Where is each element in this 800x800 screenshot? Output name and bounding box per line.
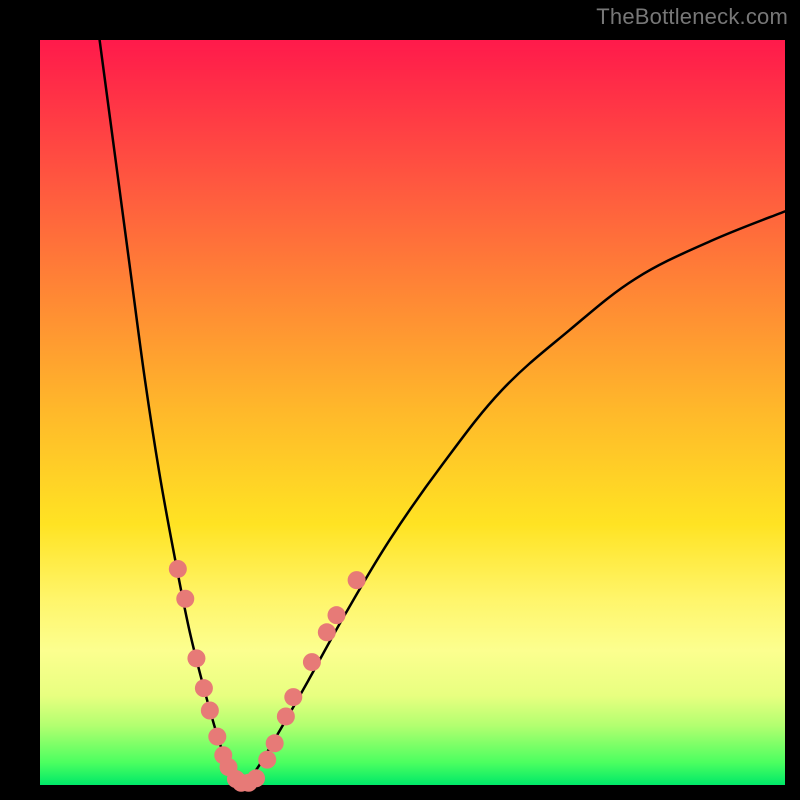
data-marker bbox=[187, 649, 205, 667]
data-marker bbox=[277, 707, 295, 725]
data-marker bbox=[284, 688, 302, 706]
data-marker bbox=[201, 702, 219, 720]
data-marker bbox=[247, 769, 265, 787]
data-marker bbox=[348, 571, 366, 589]
data-marker bbox=[303, 653, 321, 671]
curve-right-branch bbox=[241, 211, 785, 785]
data-marker bbox=[258, 751, 276, 769]
curve-group bbox=[100, 40, 785, 785]
marker-group bbox=[169, 560, 366, 792]
watermark-text: TheBottleneck.com bbox=[596, 4, 788, 30]
data-marker bbox=[176, 590, 194, 608]
chart-frame: TheBottleneck.com bbox=[0, 0, 800, 800]
data-marker bbox=[208, 728, 226, 746]
curve-left-branch bbox=[100, 40, 242, 785]
chart-svg bbox=[40, 40, 785, 785]
plot-area bbox=[40, 40, 785, 785]
data-marker bbox=[318, 623, 336, 641]
data-marker bbox=[266, 734, 284, 752]
data-marker bbox=[195, 679, 213, 697]
data-marker bbox=[169, 560, 187, 578]
data-marker bbox=[328, 606, 346, 624]
